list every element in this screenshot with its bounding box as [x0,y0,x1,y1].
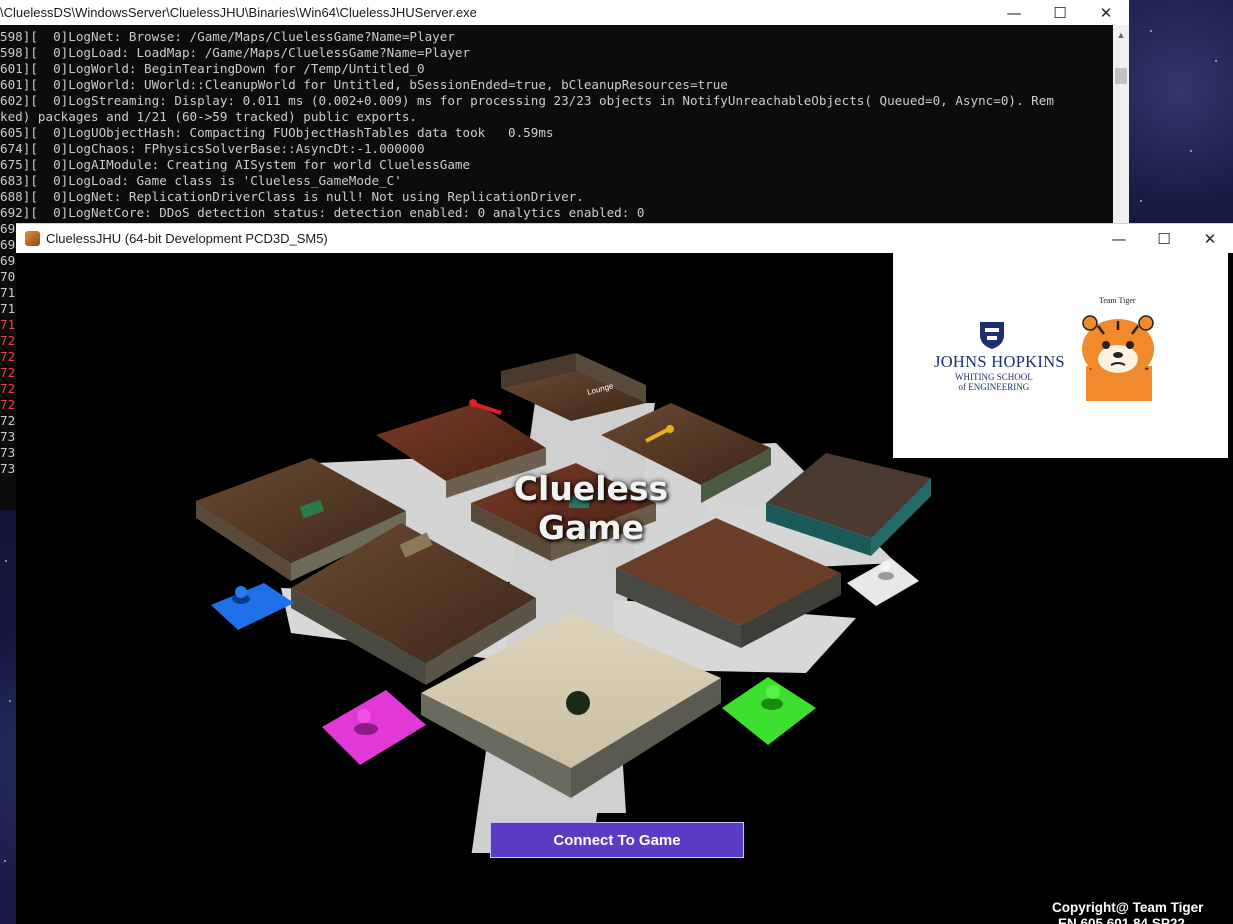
console-log-hidden-lines: 69 69 69 70 71 71 71 72 72 72 72 72 72 73 73 73 [0,221,16,477]
console-log-line-stub: 69 [0,221,16,236]
console-titlebar[interactable]: \CluelessDS\WindowsServer\CluelessJHU\Bi… [0,0,1129,25]
console-log-line-stub: 72 [0,333,16,348]
jhu-school-line2: of ENGINEERING [958,381,1030,392]
console-minimize-button[interactable]: — [991,0,1037,25]
console-log-line-stub: 73 [0,461,16,476]
console-log-line-stub: 72 [0,349,16,364]
tiger-app-icon [25,231,40,246]
tiger-mascot-icon [1082,315,1154,401]
console-log-line: 692][ 0]LogNetCore: DDoS detection statu… [0,205,645,220]
game-title-heading: Clueless Game [513,469,669,547]
console-log-line: 688][ 0]LogNet: ReplicationDriverClass i… [0,189,584,204]
console-log-line-stub: 71 [0,285,16,300]
game-close-button[interactable]: ✕ [1187,226,1233,251]
jhu-school-name: WHITING SCHOOL of ENGINEERING [955,372,1033,392]
console-log-line-stub: 72 [0,397,16,412]
scroll-up-arrow-icon[interactable]: ▲ [1113,27,1129,43]
console-log-line-stub: 72 [0,381,16,396]
console-log-line: 683][ 0]LogLoad: Game class is 'Clueless… [0,173,402,188]
console-maximize-button[interactable]: ☐ [1037,0,1083,25]
course-code-text: EN.605.601.84.SP22 [1058,916,1185,924]
connect-to-game-button[interactable]: Connect To Game [490,822,744,858]
game-titlebar[interactable]: CluelessJHU (64-bit Development PCD3D_SM… [16,223,1233,254]
console-log-line: ked) packages and 1/21 (60->59 tracked) … [0,109,418,124]
console-log-line-stub: 70 [0,269,16,284]
console-scroll-thumb[interactable] [1115,68,1127,84]
game-maximize-button[interactable]: ☐ [1141,226,1187,251]
jhu-shield-icon [980,322,1004,349]
console-window-title: \CluelessDS\WindowsServer\CluelessJHU\Bi… [0,5,477,20]
console-log-line: 605][ 0]LogUObjectHash: Compacting FUObj… [0,125,554,140]
player-start-magenta [322,690,426,765]
console-log-line-stub: 71 [0,301,16,316]
copyright-text: Copyright@ Team Tiger [1052,900,1204,915]
tiger-logo-label: Team Tiger [1099,296,1136,305]
console-log-output: 598][ 0]LogNet: Browse: /Game/Maps/Cluel… [0,29,1113,222]
console-log-line-stub: 69 [0,253,16,268]
console-log-line-stub: 71 [0,317,16,332]
console-log-line-stub: 72 [0,413,16,428]
game-window[interactable]: CluelessJHU (64-bit Development PCD3D_SM… [16,223,1233,924]
console-log-line: 602][ 0]LogStreaming: Display: 0.011 ms … [0,93,1054,108]
console-log-line-stub: 73 [0,445,16,460]
console-log-line: 601][ 0]LogWorld: UWorld::CleanupWorld f… [0,77,728,92]
console-close-button[interactable]: ✕ [1083,0,1129,25]
game-window-title: CluelessJHU (64-bit Development PCD3D_SM… [46,231,328,246]
console-log-line-stub: 72 [0,365,16,380]
player-start-white [847,558,919,606]
game-viewport[interactable]: Lounge JOHNS HOPKINS WHITING SCHOOL of E… [16,253,1233,924]
console-log-line: 598][ 0]LogNet: Browse: /Game/Maps/Cluel… [0,29,455,44]
player-start-green [722,677,816,745]
console-log-line-stub: 73 [0,429,16,444]
console-log-line: 598][ 0]LogLoad: LoadMap: /Game/Maps/Clu… [0,45,471,60]
console-log-line: 674][ 0]LogChaos: FPhysicsSolverBase::As… [0,141,425,156]
console-log-line-stub: 69 [0,237,16,252]
logo-panel: JOHNS HOPKINS WHITING SCHOOL of ENGINEER… [893,253,1228,458]
jhu-wordmark: JOHNS HOPKINS [934,352,1065,371]
console-log-line: 601][ 0]LogWorld: BeginTearingDown for /… [0,61,425,76]
console-log-line: 675][ 0]LogAIModule: Creating AISystem f… [0,157,471,172]
game-minimize-button[interactable]: — [1096,226,1142,251]
